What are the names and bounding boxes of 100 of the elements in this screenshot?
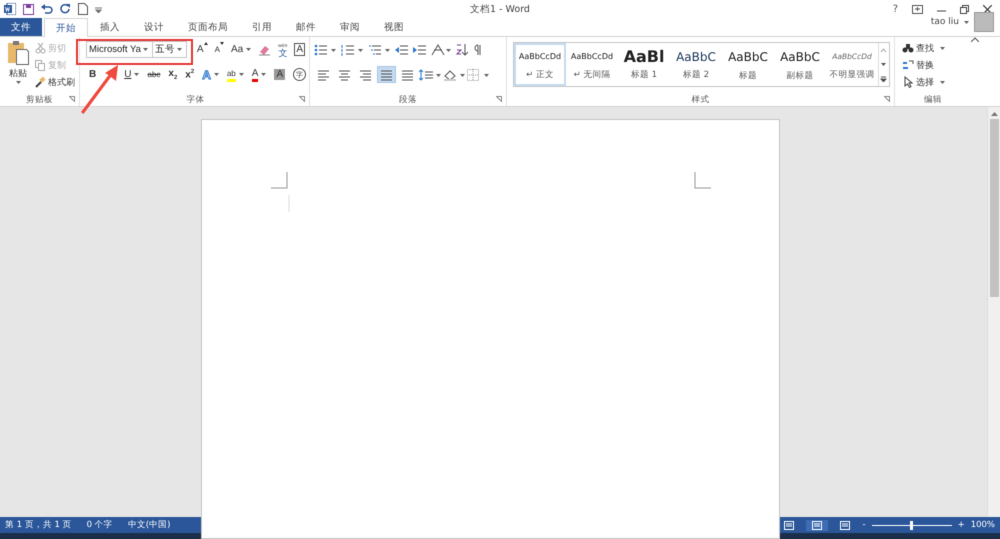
status-text[interactable]: 0 个字 — [86, 519, 113, 531]
page-view-icon[interactable] — [812, 520, 822, 530]
caret-icon[interactable] — [940, 46, 945, 50]
customize-icon[interactable] — [95, 6, 102, 12]
replace-button[interactable]: 替换 — [902, 57, 967, 73]
justify-button[interactable] — [377, 66, 396, 83]
file-tab[interactable]: 文件 — [0, 18, 42, 36]
alignment-icon[interactable] — [359, 68, 372, 80]
status-text[interactable]: 第 1 页，共 1 页 — [5, 519, 72, 531]
help-button[interactable]: ? — [892, 4, 898, 14]
user-name[interactable]: tao liu — [930, 17, 959, 27]
paste-button[interactable]: 粘贴 — [4, 40, 32, 93]
dialog-launcher-icon[interactable] — [496, 96, 502, 102]
alignment-icon[interactable] — [317, 68, 330, 80]
caret-icon[interactable] — [964, 20, 969, 24]
ribbon-tab[interactable]: 邮件 — [284, 18, 328, 36]
collapse-ribbon-icon[interactable] — [971, 37, 979, 42]
select-button[interactable]: 选择 — [902, 74, 967, 90]
shrink-button[interactable]: A — [212, 41, 227, 58]
save-icon[interactable] — [23, 4, 34, 14]
caret-icon[interactable] — [246, 48, 252, 51]
caret-icon[interactable] — [176, 48, 182, 51]
page-view-icon[interactable] — [840, 520, 850, 530]
view-button[interactable] — [806, 520, 828, 530]
zoom-out-button[interactable]: - — [862, 520, 866, 530]
new-document-icon[interactable] — [78, 3, 88, 15]
alignment-icon[interactable] — [338, 68, 351, 80]
up-triangle-icon[interactable] — [204, 42, 208, 45]
zoom-level[interactable]: 100% — [970, 520, 995, 530]
caret-icon[interactable] — [940, 80, 945, 84]
scroll-down-icon[interactable] — [879, 62, 888, 67]
alignment-icon[interactable] — [401, 68, 414, 80]
borders-icon[interactable] — [467, 68, 489, 80]
restore-icon[interactable] — [960, 4, 969, 14]
ribbon-display-icon[interactable] — [912, 4, 923, 14]
replace-icon[interactable] — [902, 59, 914, 71]
bold-button[interactable]: B — [86, 66, 100, 83]
style-item[interactable]: AaBbCcDd ↵ 正文 — [514, 43, 566, 86]
more-icon[interactable] — [879, 76, 888, 82]
ribbon-tab[interactable]: 页面布局 — [176, 18, 240, 36]
sort-icon[interactable] — [456, 44, 468, 56]
decrease-indent-icon[interactable] — [395, 44, 408, 56]
caret-icon[interactable] — [214, 73, 219, 76]
show-marks-icon[interactable] — [473, 44, 481, 56]
sup-button[interactable]: x$^{2}$ — [182, 66, 198, 83]
increase-indent-icon[interactable] — [413, 44, 426, 56]
status-text[interactable]: 中文(中国) — [128, 519, 170, 531]
ribbon-tab[interactable]: 视图 — [372, 18, 416, 36]
down-triangle-icon[interactable] — [220, 42, 224, 45]
shade-button[interactable]: A — [271, 66, 288, 83]
numbering-icon[interactable] — [341, 44, 363, 56]
style-item[interactable]: AaBbC 标题 — [722, 43, 774, 86]
word-logo-icon[interactable] — [4, 3, 16, 15]
ribbon-tab[interactable]: 引用 — [240, 18, 284, 36]
paintbrush-icon[interactable] — [35, 76, 46, 88]
color-button[interactable]: A — [248, 66, 270, 83]
brush-button[interactable]: 格式刷 — [35, 74, 75, 90]
ribbon-tab[interactable]: 审阅 — [328, 18, 372, 36]
caret-icon[interactable] — [16, 81, 20, 84]
gallery-scrollbar[interactable] — [878, 43, 889, 86]
strike-button[interactable]: abc — [144, 66, 164, 83]
dialog-launcher-icon[interactable] — [69, 96, 75, 102]
clipboard-icon[interactable] — [7, 40, 29, 66]
style-item[interactable]: AaBbC 标题 2 — [670, 43, 722, 86]
sub-button[interactable]: x$_{2}$ — [165, 66, 180, 83]
caret-icon[interactable] — [238, 73, 244, 76]
binoculars-icon[interactable] — [902, 42, 914, 54]
grow-button[interactable]: A — [194, 41, 211, 58]
ribbon-tab[interactable]: 开始 — [44, 18, 88, 37]
bullets-icon[interactable] — [314, 44, 336, 56]
ribbon-tab[interactable]: 插入 — [88, 18, 132, 36]
dialog-launcher-icon[interactable] — [299, 96, 305, 102]
style-item[interactable]: AaBbCcDd ↵ 无间隔 — [566, 43, 618, 86]
shading-icon[interactable] — [443, 68, 465, 80]
zoom-in-button[interactable]: + — [958, 520, 965, 530]
scroll-thumb[interactable] — [990, 119, 998, 297]
highlight-button[interactable]: ab — [224, 66, 247, 83]
multilevel-list-icon[interactable] — [368, 44, 390, 56]
undo-icon[interactable] — [41, 4, 53, 14]
alignment-icon[interactable] — [380, 68, 393, 80]
caret-icon[interactable] — [134, 73, 140, 76]
dialog-launcher-icon[interactable] — [884, 96, 890, 102]
cursor-icon[interactable] — [902, 76, 914, 88]
style-item[interactable]: AaBbC 副标题 — [774, 43, 826, 86]
vertical-scrollbar[interactable] — [987, 107, 1000, 517]
font-name-field[interactable]: Microsoft Ya — [86, 41, 153, 58]
line-spacing-icon[interactable] — [419, 68, 441, 80]
underline-button[interactable]: U — [121, 66, 142, 83]
case-button[interactable]: Aa — [228, 41, 254, 58]
caret-icon[interactable] — [142, 48, 148, 51]
chinese-layout-icon[interactable] — [431, 44, 451, 56]
ribbon-tab[interactable]: 设计 — [132, 18, 176, 36]
eraser-icon[interactable] — [258, 44, 272, 56]
font-size-field[interactable]: 五号 — [152, 41, 187, 58]
caret-icon[interactable] — [261, 73, 266, 76]
scroll-up-icon[interactable] — [990, 111, 998, 116]
redo-icon[interactable] — [60, 4, 71, 14]
style-item[interactable]: AaBl 标题 1 — [618, 43, 670, 86]
page-view-icon[interactable] — [784, 520, 794, 530]
find-button[interactable]: 查找 — [902, 40, 967, 56]
